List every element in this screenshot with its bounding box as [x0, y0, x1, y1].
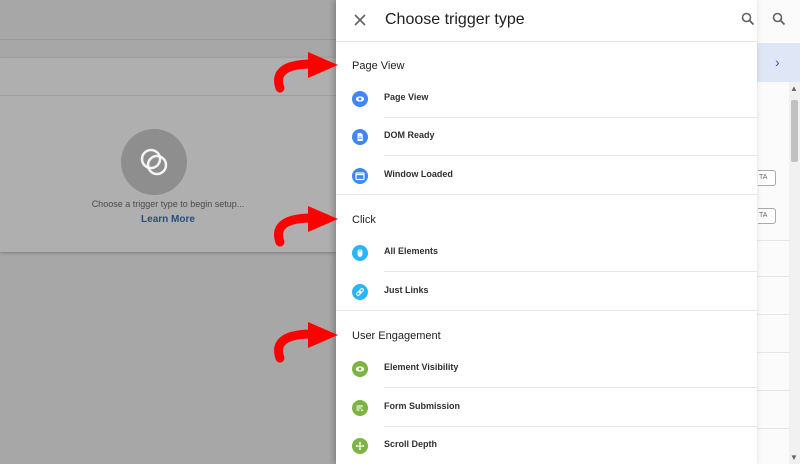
panel-title: Choose trigger type — [385, 11, 525, 28]
trigger-item-page-view[interactable]: Page View — [336, 80, 757, 118]
section-title-click: Click — [352, 214, 376, 226]
move-icon — [352, 438, 368, 454]
item-divider — [384, 155, 757, 156]
window-icon — [352, 168, 368, 184]
chevron-right-icon: › — [775, 54, 780, 70]
annotation-arrow-icon — [274, 322, 338, 363]
trigger-item-just-links[interactable]: Just Links — [336, 273, 757, 311]
trigger-item-label: DOM Ready — [384, 130, 435, 140]
item-divider — [336, 310, 757, 311]
rail-button[interactable]: TA — [758, 208, 776, 224]
rail-divider — [757, 390, 789, 391]
close-icon[interactable] — [352, 12, 368, 28]
eye-icon — [352, 91, 368, 107]
trigger-item-label: Window Loaded — [384, 169, 453, 179]
trigger-item-form-submission[interactable]: Form Submission — [336, 389, 757, 427]
section-title-page-view: Page View — [352, 60, 405, 72]
trigger-item-label: Scroll Depth — [384, 439, 438, 449]
trigger-item-label: Form Submission — [384, 401, 461, 411]
rail-button[interactable]: TA — [758, 170, 776, 186]
trigger-item-scroll-depth[interactable]: Scroll Depth — [336, 427, 757, 464]
annotation-arrow-icon — [274, 52, 338, 93]
scrollbar-thumb[interactable] — [791, 100, 798, 162]
trigger-item-window-loaded[interactable]: Window Loaded — [336, 157, 757, 195]
section-title-user-engagement: User Engagement — [352, 330, 441, 342]
trigger-item-dom-ready[interactable]: DOM Ready — [336, 118, 757, 156]
trigger-item-label: Element Visibility — [384, 362, 459, 372]
rail-divider — [757, 276, 789, 277]
rail-divider — [757, 240, 789, 241]
item-divider — [384, 271, 757, 272]
trigger-item-label: Page View — [384, 92, 429, 102]
trigger-item-element-visibility[interactable]: Element Visibility — [336, 350, 757, 388]
link-icon — [352, 284, 368, 300]
eye-icon — [352, 361, 368, 377]
choose-trigger-type-panel: Choose trigger type Page View Page View … — [336, 0, 757, 464]
scrollbar[interactable]: ▲ ▼ — [789, 82, 800, 464]
item-divider — [336, 194, 757, 195]
form-icon — [352, 400, 368, 416]
rail-divider — [757, 314, 789, 315]
rail-next-button[interactable]: › — [757, 43, 800, 82]
scroll-down-icon[interactable]: ▼ — [790, 453, 798, 462]
search-icon[interactable] — [772, 12, 786, 26]
rail-divider — [757, 428, 789, 429]
annotation-arrow-icon — [274, 206, 338, 247]
search-icon[interactable] — [741, 12, 755, 26]
item-divider — [384, 387, 757, 388]
scroll-up-icon[interactable]: ▲ — [790, 84, 798, 93]
trigger-item-all-elements[interactable]: All Elements — [336, 234, 757, 272]
panel-header: Choose trigger type — [336, 0, 757, 42]
rail-divider — [757, 352, 789, 353]
trigger-item-label: Just Links — [384, 285, 429, 295]
document-icon — [352, 129, 368, 145]
trigger-item-label: All Elements — [384, 246, 439, 256]
trigger-placeholder-icon[interactable] — [121, 129, 187, 195]
mouse-icon — [352, 245, 368, 261]
